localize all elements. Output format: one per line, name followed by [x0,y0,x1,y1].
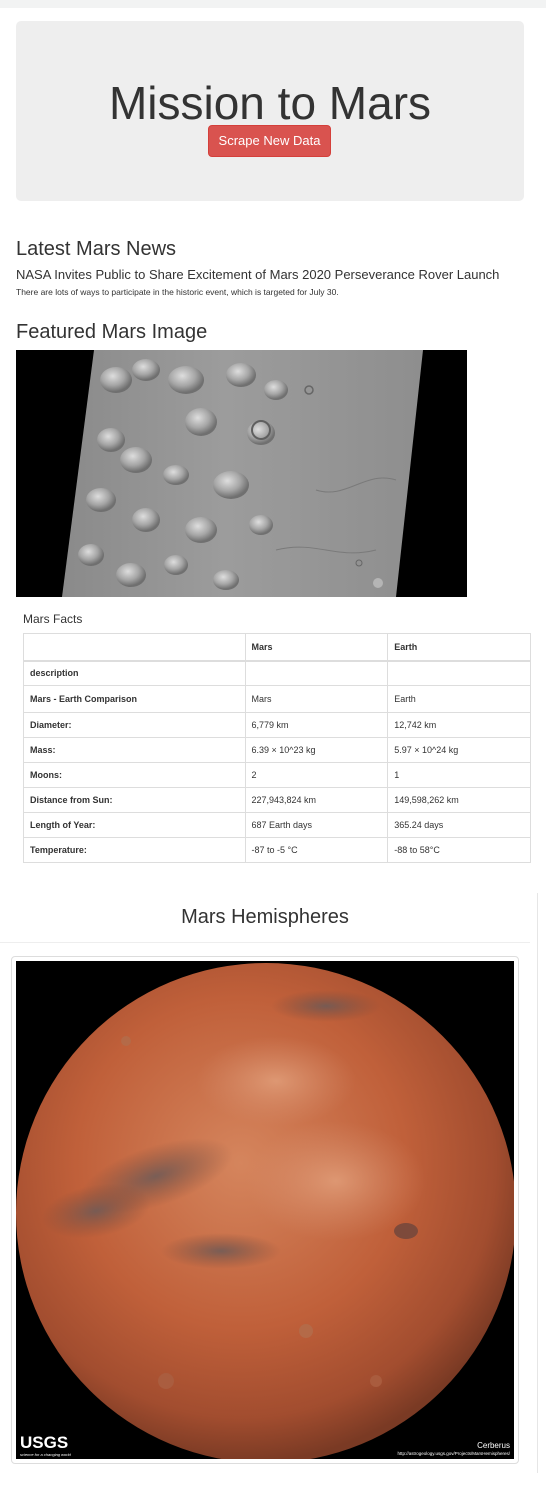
table-row: Moons: 2 1 [23,762,531,788]
row-label: Mars - Earth Comparison [23,685,246,713]
news-headline: NASA Invites Public to Share Excitement … [16,267,500,282]
table-index-row: description [23,660,531,686]
scrape-new-data-button[interactable]: Scrape New Data [208,125,331,157]
earth-value: -88 to 58°C [387,837,531,863]
earth-value: 365.24 days [387,812,531,838]
jumbotron-header: Mission to Mars Scrape New Data [16,21,524,201]
empty-cell [387,660,531,686]
featured-mars-terrain [16,350,467,597]
earth-value: 1 [387,762,531,788]
mars-facts-table: Mars Earth description Mars - Earth Comp… [23,633,531,863]
row-label: Mass: [23,737,246,763]
column-header [23,633,246,662]
earth-value: 12,742 km [387,712,531,738]
table-row: Mars - Earth Comparison Mars Earth [23,685,531,713]
hemisphere-thumbnail[interactable]: USGS science for a changing world Cerber… [11,956,519,1464]
row-label: Temperature: [23,837,246,863]
column-rule [537,893,538,1473]
mars-value: 6.39 × 10^23 kg [244,737,389,763]
table-header-row: Mars Earth [23,633,531,662]
table-row: Distance from Sun: 227,943,824 km 149,59… [23,787,531,813]
divider [0,942,530,943]
mars-value: 6,779 km [244,712,389,738]
news-teaser: There are lots of ways to participate in… [16,287,339,297]
mars-globe [16,961,514,1459]
hemispheres-heading: Mars Hemispheres [181,906,349,928]
earth-value: Earth [387,685,531,713]
hemisphere-image: USGS science for a changing world Cerber… [16,961,514,1459]
table-row: Temperature: -87 to -5 °C -88 to 58°C [23,837,531,863]
featured-image-heading: Featured Mars Image [16,321,208,343]
column-header: Mars [244,633,389,662]
mars-value: 2 [244,762,389,788]
usgs-tagline: science for a changing world [20,1452,71,1457]
mars-value: 227,943,824 km [244,787,389,813]
table-row: Diameter: 6,779 km 12,742 km [23,712,531,738]
top-bar [0,0,546,8]
row-label: Diameter: [23,712,246,738]
table-row: Length of Year: 687 Earth days 365.24 da… [23,812,531,838]
featured-mars-image[interactable] [16,350,467,597]
earth-value: 5.97 × 10^24 kg [387,737,531,763]
row-label: Moons: [23,762,246,788]
index-label: description [23,660,246,686]
facts-table-caption: Mars Facts [23,612,83,626]
empty-cell [244,660,389,686]
mars-value: -87 to -5 °C [244,837,389,863]
page-title: Mission to Mars [108,77,432,129]
mars-value: 687 Earth days [244,812,389,838]
hemisphere-name-label: Cerberus [477,1441,510,1450]
mars-value: Mars [244,685,389,713]
image-credit-url: http://astrogeology.usgs.gov/Projects/Ma… [397,1451,510,1456]
row-label: Length of Year: [23,812,246,838]
column-header: Earth [387,633,531,662]
latest-news-heading: Latest Mars News [16,238,177,260]
table-row: Mass: 6.39 × 10^23 kg 5.97 × 10^24 kg [23,737,531,763]
row-label: Distance from Sun: [23,787,246,813]
usgs-logo: USGS [20,1433,69,1452]
earth-value: 149,598,262 km [387,787,531,813]
